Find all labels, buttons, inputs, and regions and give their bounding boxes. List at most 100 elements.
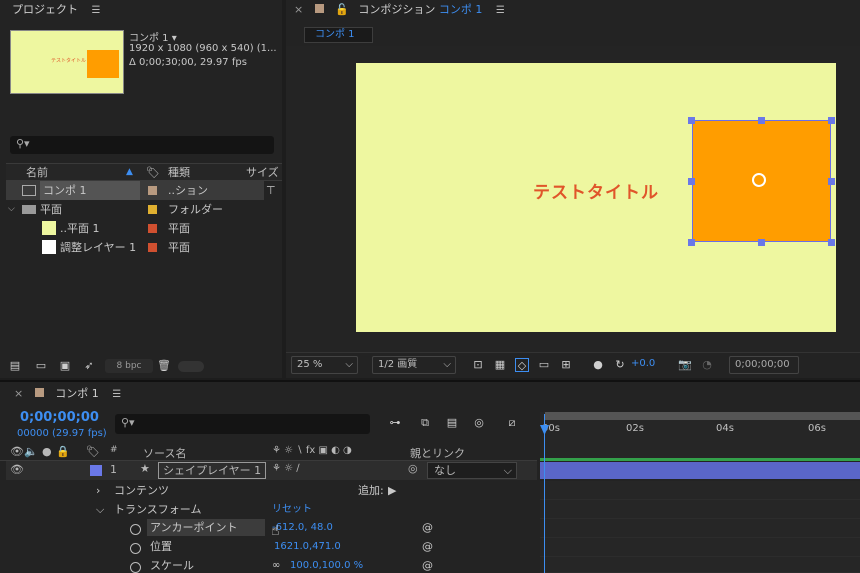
property-value[interactable]: 1621.0,471.0 xyxy=(274,537,341,556)
color-channels-icon[interactable]: ● xyxy=(591,358,605,372)
timeline-layer-row[interactable]: 👁 1 ★ シェイプレイヤー 1 ⚘ ☼ ∕ ◎ なし ⌵ xyxy=(6,461,537,480)
transform-handle[interactable] xyxy=(688,117,695,124)
anchor-point-crosshair[interactable] xyxy=(752,173,766,187)
audio-icon[interactable]: 🔈 xyxy=(24,445,38,458)
sort-ascending-icon[interactable]: ▲ xyxy=(126,164,133,181)
property-row-scale[interactable]: スケール ∞ 100.0,100.0 % @ xyxy=(0,556,537,573)
lock-icon[interactable]: 🔒 xyxy=(56,445,70,458)
chevron-down-icon[interactable]: ⌵ xyxy=(96,500,104,519)
composition-tab[interactable]: × 🔓 コンポジション コンポ 1 ☰ xyxy=(286,0,860,20)
layer-duration-bar[interactable] xyxy=(540,462,860,479)
expression-spiral-icon[interactable]: @ xyxy=(422,556,433,573)
reset-exposure-icon[interactable]: ↻ xyxy=(613,358,627,372)
project-item-folder[interactable]: ⌵ 平面 フォルダー xyxy=(6,200,264,219)
solo-icon[interactable]: ● xyxy=(42,445,52,458)
visibility-eye-icon[interactable]: 👁 xyxy=(10,445,24,458)
label-tag-icon[interactable]: 🏷 xyxy=(86,445,100,458)
camera-snapshot-icon[interactable]: 📷 xyxy=(678,358,692,372)
close-icon[interactable]: × xyxy=(294,3,303,16)
column-name[interactable]: 名前 xyxy=(26,164,48,181)
expression-spiral-icon[interactable]: @ xyxy=(422,537,433,556)
column-source-name[interactable]: ソース名 xyxy=(143,445,186,461)
comp-timecode-field[interactable]: 0;00;00;00 xyxy=(729,356,799,374)
fast-preview-icon[interactable]: ⊡ xyxy=(471,358,485,372)
parent-dropdown[interactable]: なし ⌵ xyxy=(427,462,517,479)
layer-switches[interactable]: ⚘ ☼ ∕ xyxy=(272,463,300,474)
visibility-eye-icon[interactable]: 👁 xyxy=(10,463,24,476)
project-tab[interactable]: プロジェクト ☰ xyxy=(0,0,282,20)
lock-icon[interactable]: 🔓 xyxy=(335,3,349,16)
timeline-timecode[interactable]: 0;00;00;00 xyxy=(20,410,99,425)
panel-menu-icon[interactable]: ☰ xyxy=(112,383,121,407)
transform-handle[interactable] xyxy=(758,117,765,124)
column-size[interactable]: サイズ xyxy=(246,164,279,181)
exposure-value[interactable]: +0.0 xyxy=(631,358,655,369)
panel-menu-icon[interactable]: ☰ xyxy=(92,1,101,21)
project-item-adjustment[interactable]: 調整レイヤー 1 平面 xyxy=(6,238,264,257)
transform-handle[interactable] xyxy=(688,239,695,246)
layer-name[interactable]: シェイプレイヤー 1 xyxy=(158,462,266,479)
grid-guides-icon[interactable]: ⊞ xyxy=(559,358,573,372)
frame-blending-icon[interactable]: ◎ xyxy=(472,416,486,430)
transform-handle[interactable] xyxy=(758,239,765,246)
comp-name-label[interactable]: コンポ 1 ▾ xyxy=(129,29,177,44)
property-row-position[interactable]: 位置 1621.0,471.0 @ xyxy=(0,537,537,556)
transform-handle[interactable] xyxy=(828,178,835,185)
label-swatch[interactable] xyxy=(148,186,157,195)
toggle-switch[interactable] xyxy=(178,361,204,372)
chevron-down-icon: ⌵ xyxy=(503,464,512,477)
render-icon[interactable]: ➶ xyxy=(82,359,96,373)
flowchart-icon[interactable]: ⊤ xyxy=(266,181,276,200)
reset-link[interactable]: リセット xyxy=(272,500,312,519)
bit-depth-button[interactable]: 8 bpc xyxy=(105,359,153,373)
project-search-input[interactable]: ⚲▾ xyxy=(10,136,274,154)
transparency-grid-icon[interactable]: ▦ xyxy=(493,358,507,372)
chevron-down-icon[interactable]: ⌵ xyxy=(8,200,15,219)
work-area-bar[interactable] xyxy=(545,412,860,420)
close-icon[interactable]: × xyxy=(14,387,23,400)
draft-3d-icon[interactable]: ⧉ xyxy=(418,416,432,430)
zoom-dropdown[interactable]: 25 % ⌵ xyxy=(291,356,358,374)
new-composition-icon[interactable]: ▣ xyxy=(58,359,72,373)
composition-flowchart-icon[interactable]: ⊶ xyxy=(388,416,402,430)
label-swatch[interactable] xyxy=(148,243,157,252)
new-folder-icon[interactable]: ▭ xyxy=(34,359,48,373)
canvas-title-text[interactable]: テストタイトル xyxy=(533,178,659,203)
timeline-search-input[interactable]: ⚲▾ xyxy=(115,414,370,434)
constrain-link-icon[interactable]: ∞ xyxy=(272,556,280,573)
label-swatch[interactable] xyxy=(90,465,102,476)
region-of-interest-icon[interactable]: ▭ xyxy=(537,358,551,372)
contents-group-row[interactable]: › コンテンツ 追加: ▶ xyxy=(0,481,537,500)
transform-handle[interactable] xyxy=(688,178,695,185)
property-value[interactable]: -612.0, 48.0 xyxy=(272,518,333,537)
interpret-footage-icon[interactable]: ▤ xyxy=(8,359,22,373)
show-snapshot-icon[interactable]: ◔ xyxy=(700,358,714,372)
expression-spiral-icon[interactable]: @ xyxy=(422,518,433,537)
transform-handle[interactable] xyxy=(828,117,835,124)
transform-handle[interactable] xyxy=(828,239,835,246)
add-menu-icon[interactable]: ▶ xyxy=(388,481,396,500)
trash-icon[interactable]: 🗑 xyxy=(157,359,171,373)
panel-menu-icon[interactable]: ☰ xyxy=(496,1,505,21)
graph-editor-icon[interactable]: ⧄ xyxy=(505,416,519,430)
column-parent-link[interactable]: 親とリンク xyxy=(410,445,465,461)
label-swatch[interactable] xyxy=(148,224,157,233)
quality-dropdown[interactable]: 1/2 画質 ⌵ xyxy=(372,356,456,374)
transform-group-row[interactable]: ⌵ トランスフォーム リセット xyxy=(0,500,537,519)
column-type[interactable]: 種類 xyxy=(168,164,190,181)
shape-layer-rectangle[interactable] xyxy=(692,120,831,242)
stopwatch-icon[interactable] xyxy=(130,560,141,573)
label-swatch[interactable] xyxy=(148,205,157,214)
chevron-right-icon[interactable]: › xyxy=(96,481,100,500)
property-value[interactable]: 100.0,100.0 % xyxy=(290,556,363,573)
property-row-anchor[interactable]: アンカーポイント -612.0, 48.0 @ xyxy=(0,518,537,537)
pick-whip-icon[interactable]: ◎ xyxy=(408,462,418,475)
current-time-indicator[interactable] xyxy=(544,414,545,573)
mask-visibility-icon[interactable]: ◇ xyxy=(515,358,529,372)
label-tag-icon[interactable]: 🏷 xyxy=(146,164,160,181)
project-item-comp[interactable]: コンポ 1 ..ション ⊤ xyxy=(6,181,276,200)
comp-subtab[interactable]: コンポ 1 xyxy=(304,27,373,43)
timeline-tab[interactable]: × コンポ 1 ☰ xyxy=(0,382,860,406)
shy-layers-icon[interactable]: ▤ xyxy=(445,416,459,430)
project-item-solid[interactable]: ..平面 1 平面 xyxy=(6,219,264,238)
